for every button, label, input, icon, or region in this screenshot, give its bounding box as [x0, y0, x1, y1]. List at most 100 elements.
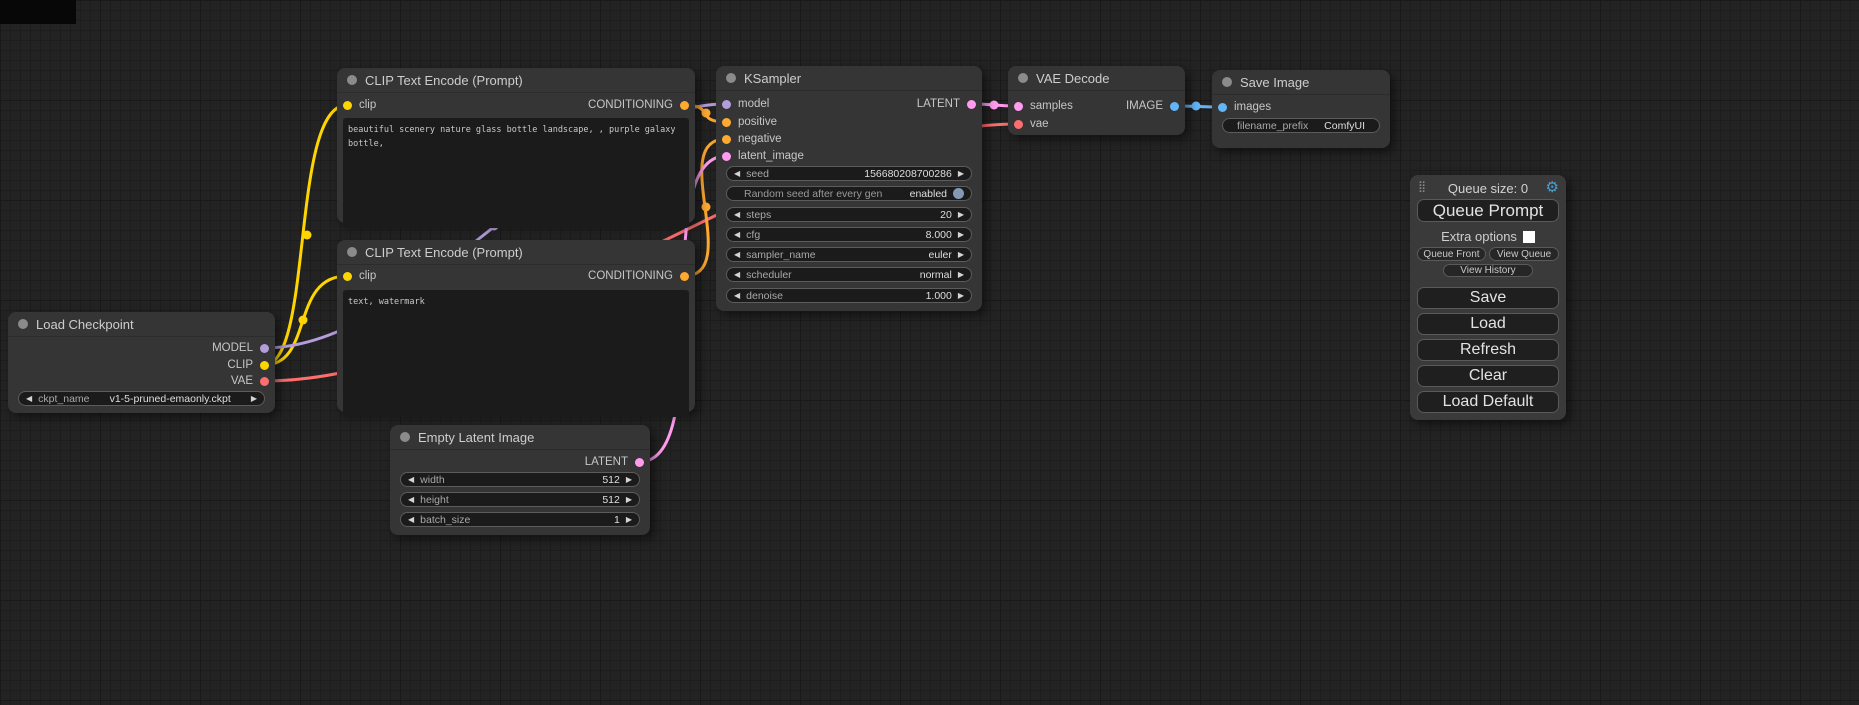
node-title: Empty Latent Image [418, 430, 534, 445]
node-empty-latent-image[interactable]: Empty Latent Image LATENT ◀ width 512 ▶ … [390, 425, 650, 535]
output-slot-latent: LATENT [917, 96, 976, 112]
slot-label: MODEL [212, 342, 253, 354]
clear-button[interactable]: Clear [1417, 365, 1559, 387]
height-widget[interactable]: ◀ height 512 ▶ [400, 492, 640, 507]
seed-widget[interactable]: ◀ seed 156680208700286 ▶ [726, 166, 972, 181]
node-header[interactable]: Empty Latent Image [390, 425, 650, 450]
latent-output-port[interactable] [635, 458, 644, 467]
conditioning-output-port[interactable] [680, 101, 689, 110]
right-arrow-icon[interactable]: ▶ [958, 251, 964, 259]
collapse-dot-icon[interactable] [1018, 73, 1028, 83]
clip-input-port[interactable] [343, 272, 352, 281]
queue-panel: ⣿ Queue size: 0 ⚙ Queue Prompt Extra opt… [1410, 175, 1566, 420]
node-header[interactable]: VAE Decode [1008, 66, 1185, 91]
left-arrow-icon[interactable]: ◀ [408, 516, 414, 524]
right-arrow-icon[interactable]: ▶ [626, 476, 632, 484]
extra-options-checkbox[interactable] [1523, 231, 1535, 243]
collapse-dot-icon[interactable] [1222, 77, 1232, 87]
collapse-dot-icon[interactable] [347, 75, 357, 85]
steps-widget[interactable]: ◀ steps 20 ▶ [726, 207, 972, 222]
right-arrow-icon[interactable]: ▶ [958, 211, 964, 219]
node-header[interactable]: CLIP Text Encode (Prompt) [337, 68, 695, 93]
node-header[interactable]: Save Image [1212, 70, 1390, 95]
image-output-port[interactable] [1170, 102, 1179, 111]
widget-value: v1-5-pruned-emaonly.ckpt [110, 393, 231, 405]
images-input-port[interactable] [1218, 103, 1227, 112]
right-arrow-icon[interactable]: ▶ [958, 231, 964, 239]
positive-input-port[interactable] [722, 118, 731, 127]
samples-input-port[interactable] [1014, 102, 1023, 111]
right-arrow-icon[interactable]: ▶ [251, 395, 257, 403]
input-slot-samples: samples [1014, 98, 1073, 114]
gear-icon[interactable]: ⚙ [1546, 180, 1559, 195]
node-clip-text-encode-negative[interactable]: CLIP Text Encode (Prompt) clip CONDITION… [337, 240, 695, 412]
left-arrow-icon[interactable]: ◀ [734, 231, 740, 239]
positive-prompt-textarea[interactable]: beautiful scenery nature glass bottle la… [343, 118, 689, 228]
left-arrow-icon[interactable]: ◀ [26, 395, 32, 403]
negative-prompt-textarea[interactable]: text, watermark [343, 290, 689, 417]
left-arrow-icon[interactable]: ◀ [734, 211, 740, 219]
refresh-button[interactable]: Refresh [1417, 339, 1559, 361]
link-dot [303, 231, 312, 240]
load-button[interactable]: Load [1417, 313, 1559, 335]
slot-label: CONDITIONING [588, 99, 673, 111]
queue-front-button[interactable]: Queue Front [1417, 247, 1486, 261]
view-queue-button[interactable]: View Queue [1489, 247, 1559, 261]
node-load-checkpoint[interactable]: Load Checkpoint MODEL CLIP VAE ◀ ckpt_na… [8, 312, 275, 413]
output-slot-clip: CLIP [227, 357, 269, 373]
random-seed-toggle[interactable] [953, 188, 964, 199]
right-arrow-icon[interactable]: ▶ [958, 170, 964, 178]
denoise-widget[interactable]: ◀ denoise 1.000 ▶ [726, 288, 972, 303]
node-vae-decode[interactable]: VAE Decode samples vae IMAGE [1008, 66, 1185, 135]
left-arrow-icon[interactable]: ◀ [734, 170, 740, 178]
right-arrow-icon[interactable]: ▶ [958, 292, 964, 300]
conditioning-output-port[interactable] [680, 272, 689, 281]
vae-output-port[interactable] [260, 377, 269, 386]
queue-prompt-button[interactable]: Queue Prompt [1417, 199, 1559, 222]
right-arrow-icon[interactable]: ▶ [626, 496, 632, 504]
left-arrow-icon[interactable]: ◀ [734, 292, 740, 300]
collapse-dot-icon[interactable] [400, 432, 410, 442]
left-arrow-icon[interactable]: ◀ [408, 496, 414, 504]
output-slot-model: MODEL [212, 340, 269, 356]
node-graph-canvas[interactable]: Load Checkpoint MODEL CLIP VAE ◀ ckpt_na… [0, 0, 1859, 705]
random-seed-widget[interactable]: Random seed after every gen enabled [726, 186, 972, 201]
latent-image-input-port[interactable] [722, 152, 731, 161]
load-default-button[interactable]: Load Default [1417, 391, 1559, 413]
node-save-image[interactable]: Save Image images filename_prefix ComfyU… [1212, 70, 1390, 148]
ckpt-name-widget[interactable]: ◀ ckpt_name v1-5-pruned-emaonly.ckpt ▶ [18, 391, 265, 406]
latent-output-port[interactable] [967, 100, 976, 109]
slot-label: CONDITIONING [588, 270, 673, 282]
left-arrow-icon[interactable]: ◀ [734, 271, 740, 279]
collapse-dot-icon[interactable] [347, 247, 357, 257]
model-output-port[interactable] [260, 344, 269, 353]
node-header[interactable]: KSampler [716, 66, 982, 91]
vae-input-port[interactable] [1014, 120, 1023, 129]
collapse-dot-icon[interactable] [18, 319, 28, 329]
node-header[interactable]: CLIP Text Encode (Prompt) [337, 240, 695, 265]
queue-size-label: Queue size: 0 [1410, 181, 1566, 196]
sampler-name-widget[interactable]: ◀ sampler_name euler ▶ [726, 247, 972, 262]
clip-input-port[interactable] [343, 101, 352, 110]
view-history-button[interactable]: View History [1443, 264, 1533, 277]
save-button[interactable]: Save [1417, 287, 1559, 309]
collapse-dot-icon[interactable] [726, 73, 736, 83]
right-arrow-icon[interactable]: ▶ [626, 516, 632, 524]
clip-output-port[interactable] [260, 361, 269, 370]
filename-prefix-widget[interactable]: filename_prefix ComfyUI [1222, 118, 1380, 133]
right-arrow-icon[interactable]: ▶ [958, 271, 964, 279]
model-input-port[interactable] [722, 100, 731, 109]
left-arrow-icon[interactable]: ◀ [734, 251, 740, 259]
left-arrow-icon[interactable]: ◀ [408, 476, 414, 484]
node-clip-text-encode-positive[interactable]: CLIP Text Encode (Prompt) clip CONDITION… [337, 68, 695, 223]
cfg-widget[interactable]: ◀ cfg 8.000 ▶ [726, 227, 972, 242]
link-dot [702, 109, 711, 118]
negative-input-port[interactable] [722, 135, 731, 144]
slot-label: clip [359, 99, 376, 111]
batch-size-widget[interactable]: ◀ batch_size 1 ▶ [400, 512, 640, 527]
scheduler-widget[interactable]: ◀ scheduler normal ▶ [726, 267, 972, 282]
width-widget[interactable]: ◀ width 512 ▶ [400, 472, 640, 487]
slot-label: samples [1030, 100, 1073, 112]
node-ksampler[interactable]: KSampler model positive negative latent_… [716, 66, 982, 311]
node-header[interactable]: Load Checkpoint [8, 312, 275, 337]
